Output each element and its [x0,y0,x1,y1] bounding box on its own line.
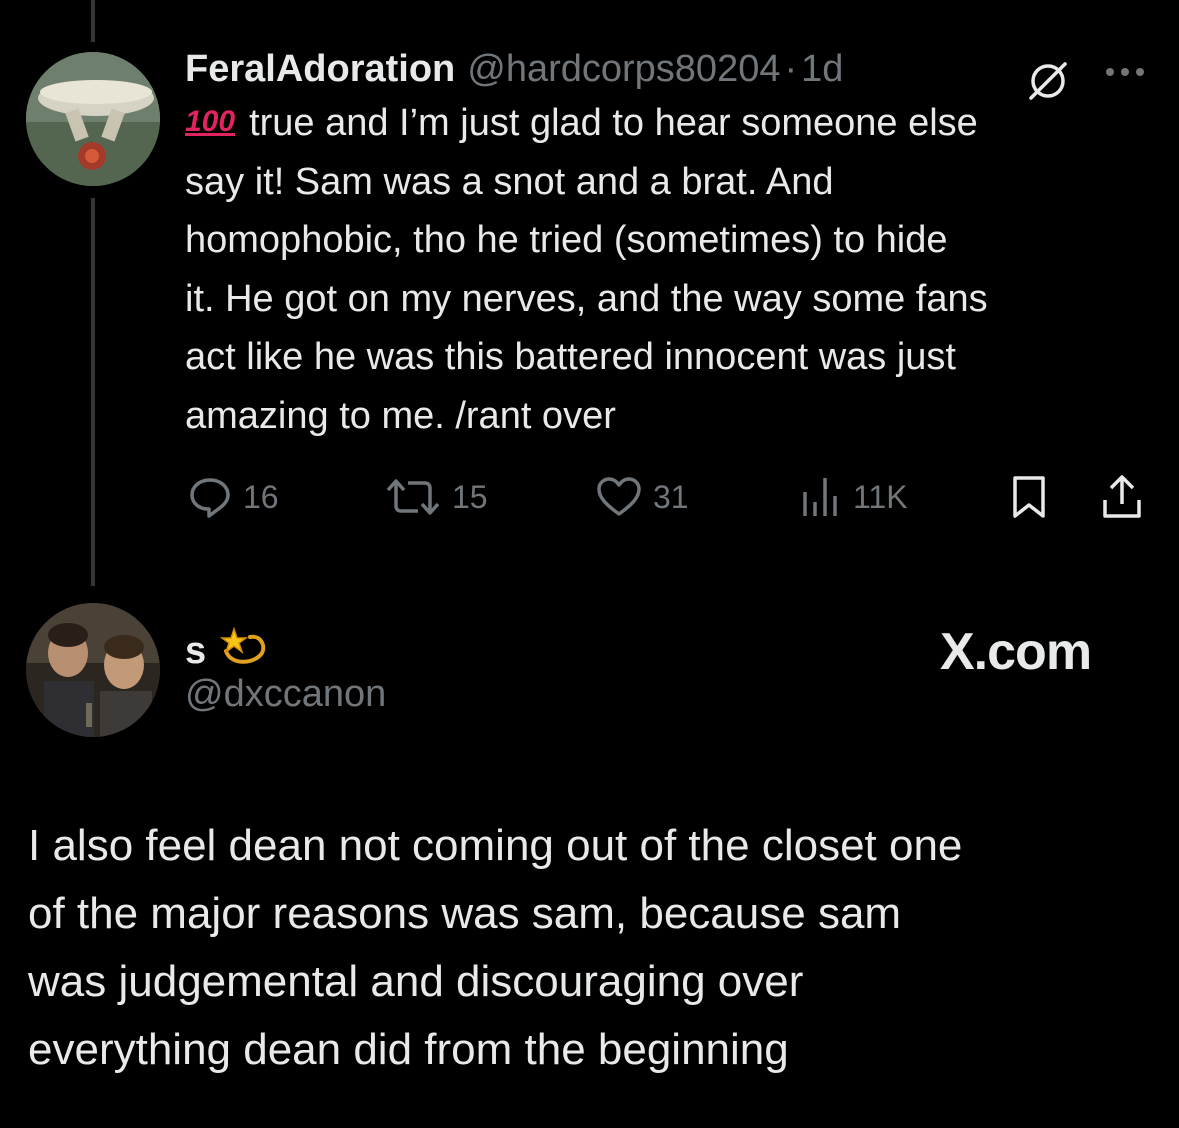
reply-count: 16 [243,478,279,515]
tweet-text: 100 true and I’m just glad to hear someon… [185,93,1160,445]
grok-icon[interactable] [1025,58,1071,109]
display-name[interactable]: FeralAdoration [185,48,455,91]
quoted-handle[interactable]: @dxccanon [185,673,386,716]
timestamp[interactable]: 1d [801,48,843,91]
x-com-logo: X.com [940,623,1092,681]
like-button[interactable]: 31 [595,474,689,520]
quoted-tweet-text: I also feel dean not coming out of the c… [28,812,1148,1084]
tweet-line: 100 true and I’m just glad to hear someon… [185,93,1160,153]
tweet-actions: 16 15 31 11K [187,474,1147,526]
tweet-line: amazing to me. /rant over [185,394,616,437]
views-count: 11K [853,478,908,515]
reply-tweet[interactable]: FeralAdoration @hardcorps80204 · 1d 100 t… [185,48,1160,445]
retweet-icon [384,474,442,520]
views-button[interactable]: 11K [799,474,908,520]
tweet-line: say it! Sam was a snot and a brat. And [185,160,834,203]
quoted-line: was judgemental and discouraging over [28,957,804,1006]
bookmark-button[interactable] [1009,474,1049,520]
share-button[interactable] [1099,474,1145,520]
tweet-line: act like he was this battered innocent w… [185,336,956,378]
quoted-line: everything dean did from the beginning [28,1025,789,1074]
retweet-button[interactable]: 15 [384,474,488,520]
quoted-display-name[interactable]: s [185,625,268,677]
hundred-points-emoji: 100 [185,105,236,138]
quoted-line: of the major reasons was sam, because sa… [28,889,902,938]
reply-button[interactable]: 16 [187,474,279,520]
tweet-line: homophobic, tho he tried (sometimes) to … [185,219,948,261]
views-icon [799,474,843,520]
bookmark-icon [1009,474,1049,520]
thread-line [91,198,95,586]
tweet-header: FeralAdoration @hardcorps80204 · 1d [185,48,1160,91]
retweet-count: 15 [452,478,488,515]
avatar-feraladoration[interactable] [26,52,160,186]
tweet-line: it. He got on my nerves, and the way som… [185,277,988,320]
like-count: 31 [653,478,689,515]
dizzy-icon [219,625,268,677]
separator-dot: · [784,48,798,90]
avatar-dxccanon[interactable] [26,603,160,737]
more-icon[interactable] [1103,54,1147,95]
user-handle[interactable]: @hardcorps80204 [467,48,780,91]
like-icon [595,474,643,520]
share-icon [1099,474,1145,520]
quoted-line: I also feel dean not coming out of the c… [28,821,963,870]
thread-line-top [91,0,95,42]
reply-icon [187,474,233,520]
